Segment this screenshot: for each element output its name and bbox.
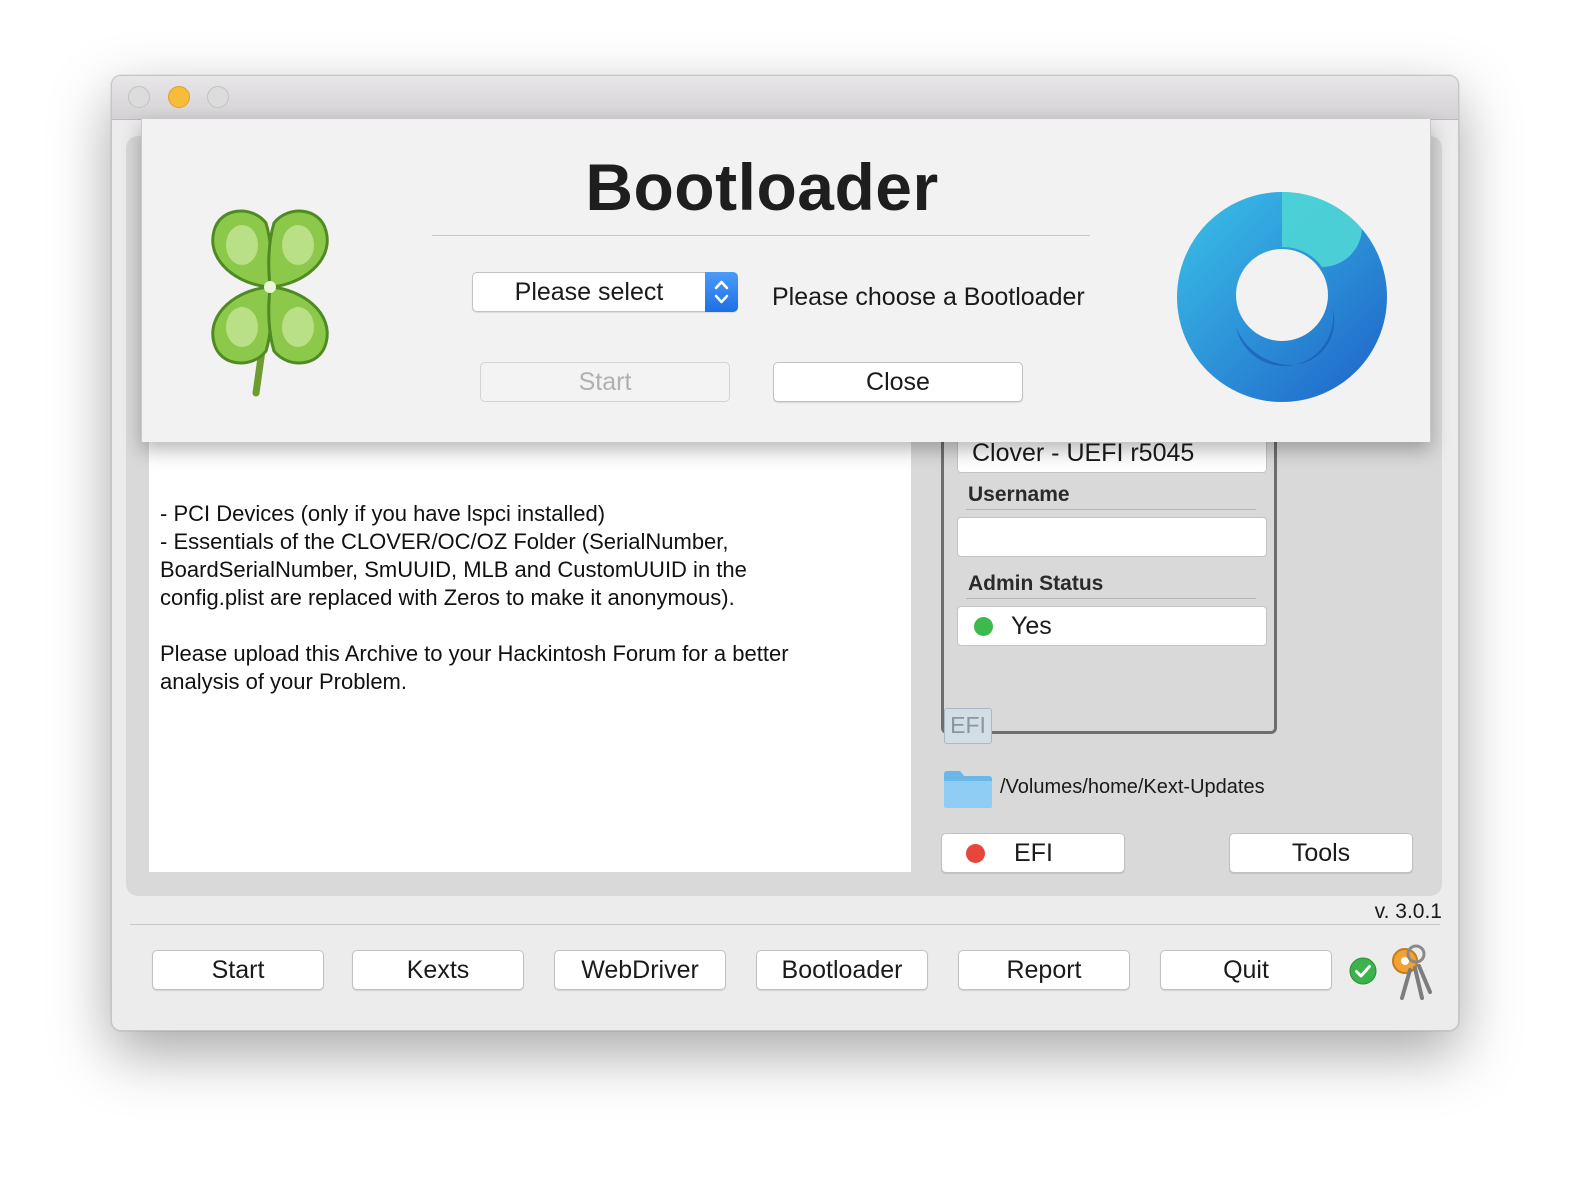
version-label: v. 3.0.1 [1374,900,1442,923]
bootloader-select-value: Please select [514,278,664,306]
close-window-button[interactable] [128,86,150,108]
divider [966,598,1256,599]
log-line: analysis of your Problem. [160,669,407,694]
status-green-icon [974,617,993,636]
minimize-window-button[interactable] [168,86,190,108]
bootloader-button[interactable]: Bootloader [756,950,928,990]
sheet-title: Bootloader [585,150,939,224]
username-label: Username [968,483,1070,506]
kext-folder-path[interactable]: /Volumes/home/Kext-Updates [1000,776,1265,799]
admin-status-field: Yes [957,606,1267,646]
efi-drive-icon[interactable]: EFI [944,708,992,744]
toolbar-divider [130,924,1440,925]
titlebar[interactable] [112,76,1458,120]
opencore-icon [1177,192,1387,402]
start-button[interactable]: Start [152,950,324,990]
divider [966,509,1256,510]
log-line: - Essentials of the CLOVER/OC/OZ Folder … [160,529,729,554]
zoom-window-button[interactable] [207,86,229,108]
title-divider [432,235,1090,236]
keys-icon[interactable] [1388,944,1434,1000]
efi-mount-button[interactable]: EFI [941,833,1125,873]
efi-button-label: EFI [1014,839,1053,867]
log-line: Please upload this Archive to your Hacki… [160,641,789,666]
report-button[interactable]: Report [958,950,1130,990]
log-line: BoardSerialNumber, SmUUID, MLB and Custo… [160,557,747,582]
efi-drive-label: EFI [950,712,986,738]
log-line: config.plist are replaced with Zeros to … [160,585,735,610]
admin-status-value: Yes [1011,612,1052,640]
kexts-button[interactable]: Kexts [352,950,524,990]
bootloader-sheet: Bootloader Please select Please choose a… [141,119,1431,442]
quit-button[interactable]: Quit [1160,950,1332,990]
bootloader-select[interactable]: Please select [472,272,738,312]
sheet-start-button[interactable]: Start [480,362,730,402]
webdriver-button[interactable]: WebDriver [554,950,726,990]
username-field [957,517,1267,557]
status-red-icon [966,844,985,863]
sheet-close-button[interactable]: Close [773,362,1023,402]
check-ok-icon [1349,957,1377,985]
log-line: - PCI Devices (only if you have lspci in… [160,501,606,526]
folder-icon[interactable] [942,768,994,810]
chevron-up-down-icon [705,272,738,312]
system-info-group: Clover - UEFI r5045 Username Admin Statu… [941,416,1277,734]
tools-button[interactable]: Tools [1229,833,1413,873]
main-window: - PCI Devices (only if you have lspci in… [111,75,1459,1031]
clover-icon [211,209,329,397]
admin-status-label: Admin Status [968,572,1104,595]
bootloader-hint: Please choose a Bootloader [772,283,1085,311]
